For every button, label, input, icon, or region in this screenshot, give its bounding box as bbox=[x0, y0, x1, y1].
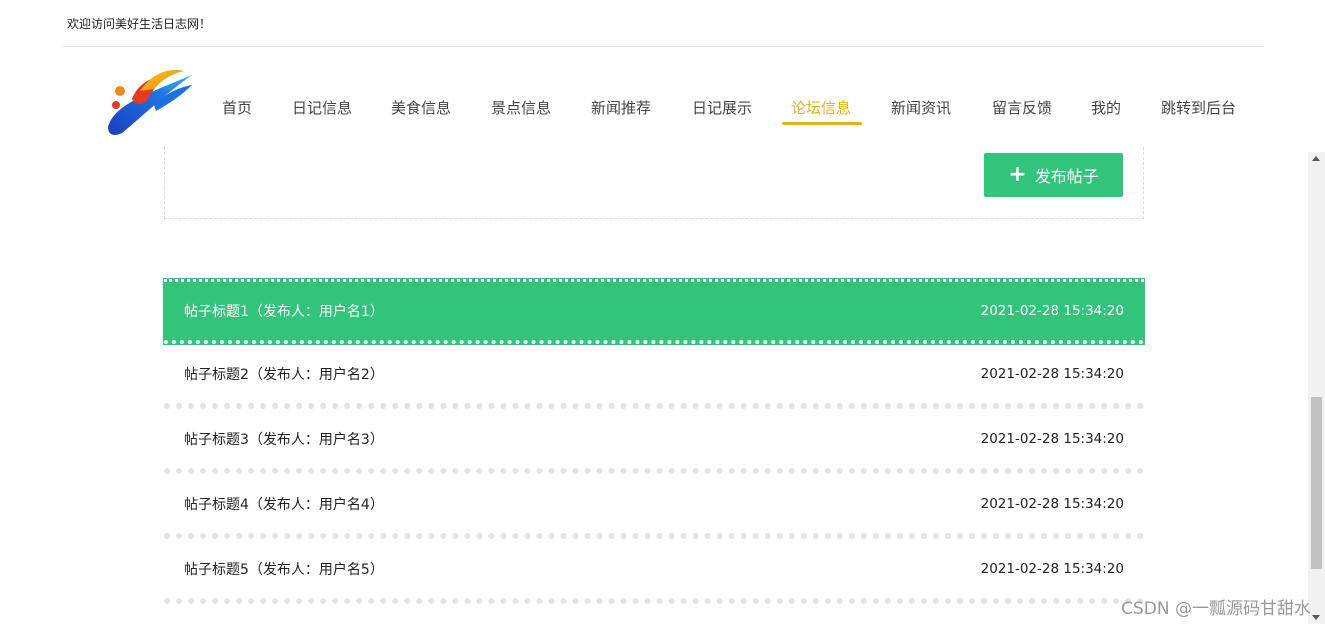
post-time: 2021-02-28 15:34:20 bbox=[980, 430, 1124, 447]
post-title[interactable]: 帖子标题4（发布人：用户名4） bbox=[184, 494, 384, 514]
nav-item-news[interactable]: 新闻资讯 bbox=[891, 97, 951, 118]
nav-item-home[interactable]: 首页 bbox=[222, 97, 252, 118]
scroll-up-icon[interactable] bbox=[1312, 156, 1320, 161]
post-row[interactable]: 帖子标题4（发布人：用户名4） 2021-02-28 15:34:20 bbox=[164, 474, 1144, 539]
post-title[interactable]: 帖子标题5（发布人：用户名5） bbox=[184, 559, 384, 579]
scroll-down-icon[interactable] bbox=[1312, 615, 1320, 620]
vertical-scrollbar[interactable] bbox=[1308, 152, 1325, 624]
watermark: CSDN @一瓢源码甘甜水 bbox=[1121, 599, 1311, 619]
publish-post-label: 发布帖子 bbox=[1034, 167, 1099, 186]
post-time: 2021-02-28 15:34:20 bbox=[980, 495, 1124, 512]
post-title[interactable]: 帖子标题1（发布人：用户名1） bbox=[184, 301, 384, 321]
nav-item-news-recommend[interactable]: 新闻推荐 bbox=[591, 97, 651, 118]
nav-item-forum-info[interactable]: 论坛信息 bbox=[791, 97, 851, 118]
nav-item-diary-info[interactable]: 日记信息 bbox=[292, 97, 352, 118]
nav-active-indicator bbox=[782, 122, 862, 125]
post-time: 2021-02-28 15:34:20 bbox=[980, 560, 1124, 577]
scrollbar-thumb[interactable] bbox=[1311, 397, 1322, 569]
post-time: 2021-02-28 15:34:20 bbox=[980, 303, 1124, 319]
top-bar: 欢迎访问美好生活日志网！ bbox=[63, 0, 1264, 47]
post-row[interactable]: 帖子标题1（发布人：用户名1） 2021-02-28 15:34:20 bbox=[163, 278, 1145, 345]
publish-area: + 发布帖子 bbox=[164, 147, 1144, 219]
post-row[interactable]: 帖子标题2（发布人：用户名2） 2021-02-28 15:34:20 bbox=[164, 344, 1144, 409]
header: 首页 日记信息 美食信息 景点信息 新闻推荐 日记展示 论坛信息 新闻资讯 留言… bbox=[0, 47, 1325, 147]
post-title[interactable]: 帖子标题2（发布人：用户名2） bbox=[184, 364, 384, 384]
post-list: 帖子标题1（发布人：用户名1） 2021-02-28 15:34:20 帖子标题… bbox=[163, 278, 1145, 604]
welcome-text: 欢迎访问美好生活日志网！ bbox=[67, 17, 212, 31]
post-title[interactable]: 帖子标题3（发布人：用户名3） bbox=[184, 429, 384, 449]
nav-item-feedback[interactable]: 留言反馈 bbox=[992, 97, 1052, 118]
post-time: 2021-02-28 15:34:20 bbox=[980, 365, 1124, 382]
nav-item-diary-show[interactable]: 日记展示 bbox=[692, 97, 752, 118]
publish-post-button[interactable]: + 发布帖子 bbox=[984, 153, 1123, 197]
post-row[interactable]: 帖子标题3（发布人：用户名3） 2021-02-28 15:34:20 bbox=[164, 409, 1144, 474]
plus-icon: + bbox=[1008, 162, 1027, 187]
nav-item-mine[interactable]: 我的 bbox=[1091, 97, 1121, 118]
main-nav: 首页 日记信息 美食信息 景点信息 新闻推荐 日记展示 论坛信息 新闻资讯 留言… bbox=[0, 47, 1325, 147]
nav-item-food-info[interactable]: 美食信息 bbox=[391, 97, 451, 118]
nav-item-scenic-info[interactable]: 景点信息 bbox=[491, 97, 551, 118]
nav-item-admin[interactable]: 跳转到后台 bbox=[1161, 97, 1236, 118]
post-row[interactable]: 帖子标题5（发布人：用户名5） 2021-02-28 15:34:20 bbox=[164, 539, 1144, 604]
